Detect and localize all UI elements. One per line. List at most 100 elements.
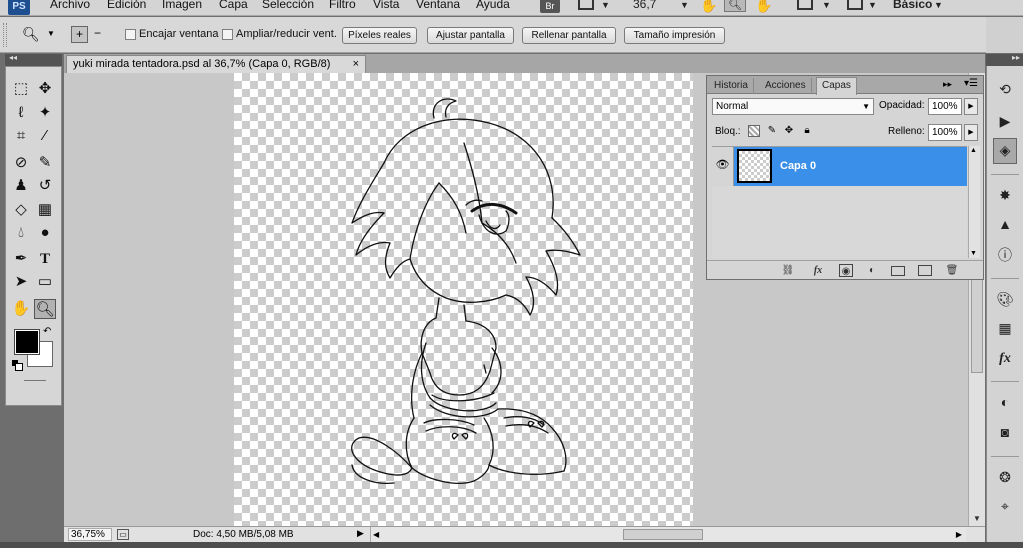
menu-vista[interactable]: Vista: [373, 0, 399, 11]
opacity-slider-arrow-icon[interactable]: ▶: [964, 98, 978, 115]
collapse-icon[interactable]: ▸▸: [943, 79, 952, 90]
foreground-color-swatch[interactable]: [14, 329, 40, 355]
blur-icon[interactable]: 💧︎: [10, 223, 32, 243]
zoom-icon[interactable]: 🔍︎: [34, 299, 56, 319]
scroll-down-icon[interactable]: ▼: [969, 512, 985, 526]
scroll-up-icon[interactable]: ▲: [970, 147, 977, 154]
styles-icon[interactable]: fx: [993, 348, 1017, 370]
layer-mask-icon[interactable]: ◉: [839, 264, 853, 277]
magic-wand-icon[interactable]: ✦: [34, 103, 56, 123]
zoom-percentage-field[interactable]: 36,75%: [68, 528, 112, 541]
pen-icon[interactable]: ✒: [10, 249, 32, 269]
link-layers-icon[interactable]: ⛓: [781, 264, 795, 277]
horizontal-scrollbar[interactable]: ◀ ▶: [370, 527, 966, 542]
gradient-icon[interactable]: ▦: [34, 200, 56, 220]
marquee-icon[interactable]: ⬚: [10, 79, 32, 99]
history-brush-icon[interactable]: ↺: [34, 176, 56, 196]
actions-icon[interactable]: ▶: [993, 110, 1017, 132]
ajustar-pantalla-button[interactable]: Ajustar pantalla: [427, 27, 514, 44]
lock-all-icon[interactable]: 🔒︎: [801, 125, 813, 137]
new-layer-icon[interactable]: [918, 265, 932, 276]
paths-icon[interactable]: ⌖: [993, 495, 1017, 517]
type-icon[interactable]: T: [34, 249, 56, 269]
masks-icon[interactable]: ◙: [993, 421, 1017, 443]
menu-ayuda[interactable]: Ayuda: [476, 0, 510, 11]
zoom-tool-preset-icon[interactable]: 🔍︎: [22, 26, 40, 43]
opacity-input[interactable]: 100%: [928, 98, 962, 115]
bridge-icon[interactable]: Br: [540, 0, 560, 13]
collapse-icon[interactable]: ▸▸: [1012, 53, 1020, 62]
workspace-switcher[interactable]: Básico: [893, 0, 932, 11]
channels-icon[interactable]: ❂: [993, 466, 1017, 488]
view-extras-icon[interactable]: [578, 0, 594, 10]
tab-acciones[interactable]: Acciones: [760, 78, 812, 94]
document-canvas[interactable]: [234, 73, 693, 526]
fill-slider-arrow-icon[interactable]: ▶: [964, 124, 978, 141]
blend-mode-select[interactable]: Normal ▼: [712, 98, 874, 115]
lasso-icon[interactable]: ℓ: [10, 103, 32, 123]
quick-mask-button[interactable]: [24, 380, 46, 381]
encajar-ventana-checkbox[interactable]: [125, 29, 136, 40]
adjustments-icon[interactable]: ◐: [993, 391, 1017, 413]
chevron-down-icon[interactable]: ▼: [601, 0, 610, 14]
info-icon[interactable]: ⓘ: [993, 244, 1017, 266]
panel-menu-icon[interactable]: ▾☰: [964, 78, 978, 89]
menu-archivo[interactable]: Archivo: [50, 0, 90, 11]
hand-icon[interactable]: ✋: [10, 299, 32, 319]
layer-thumbnail[interactable]: [737, 149, 772, 183]
layer-style-icon[interactable]: fx: [811, 264, 825, 277]
lock-position-icon[interactable]: ✥: [783, 125, 795, 137]
rellenar-pantalla-button[interactable]: Rellenar pantalla: [522, 27, 616, 44]
adjustment-layer-icon[interactable]: ◐: [865, 264, 879, 277]
layer-name[interactable]: Capa 0: [780, 160, 816, 172]
options-bar-grip[interactable]: [3, 23, 7, 47]
shape-icon[interactable]: ▭: [34, 272, 56, 292]
hand-icon[interactable]: ✋: [700, 0, 717, 13]
eye-icon[interactable]: 👁︎: [712, 147, 734, 186]
layers-scrollbar[interactable]: ▲ ▼: [968, 146, 980, 258]
default-colors-icon[interactable]: [12, 360, 23, 371]
screen-mode-icon[interactable]: [847, 0, 863, 10]
scroll-right-icon[interactable]: ▶: [956, 527, 962, 542]
chevron-down-icon[interactable]: ▼: [868, 0, 877, 14]
proof-preview-icon[interactable]: ▭: [117, 529, 129, 540]
ampliar-reducir-checkbox[interactable]: [222, 29, 233, 40]
menu-capa[interactable]: Capa: [219, 0, 248, 11]
path-selection-icon[interactable]: ➤: [10, 272, 32, 292]
dock-header[interactable]: ▸▸: [986, 53, 1023, 66]
status-menu-arrow-icon[interactable]: ▶: [357, 528, 364, 539]
scroll-down-icon[interactable]: ▼: [970, 250, 977, 257]
chevron-down-icon[interactable]: ▼: [680, 0, 689, 14]
close-icon[interactable]: ×: [353, 56, 359, 73]
trash-icon[interactable]: 🗑︎: [945, 264, 959, 277]
move-icon[interactable]: ✥: [34, 79, 56, 99]
collapse-icon[interactable]: ◂◂: [9, 53, 17, 62]
color-icon[interactable]: 🎨︎: [993, 288, 1017, 310]
chevron-down-icon[interactable]: ▼: [47, 29, 55, 38]
eraser-icon[interactable]: ◇: [10, 200, 32, 220]
healing-brush-icon[interactable]: ⊘: [10, 153, 32, 173]
menu-ventana[interactable]: Ventana: [416, 0, 460, 11]
horizontal-scrollbar-thumb[interactable]: [623, 529, 703, 540]
zoom-icon[interactable]: 🔍︎: [724, 0, 746, 12]
menu-seleccion[interactable]: Selección: [262, 0, 314, 11]
fill-input[interactable]: 100%: [928, 124, 962, 141]
clone-stamp-icon[interactable]: ♟: [10, 176, 32, 196]
navigator-icon[interactable]: ✸: [993, 184, 1017, 206]
lock-transparency-icon[interactable]: [748, 125, 760, 137]
menu-imagen[interactable]: Imagen: [162, 0, 202, 11]
chevron-down-icon[interactable]: ▼: [822, 0, 831, 14]
tamano-impresion-button[interactable]: Tamaño impresión: [624, 27, 725, 44]
zoom-in-icon[interactable]: +: [71, 26, 88, 43]
menu-filtro[interactable]: Filtro: [329, 0, 356, 11]
scroll-left-icon[interactable]: ◀: [373, 527, 379, 542]
layer-row[interactable]: 👁︎ Capa 0: [712, 147, 967, 186]
zoom-level-value[interactable]: 36,7: [633, 0, 656, 11]
rotate-view-icon[interactable]: ✋: [755, 0, 772, 13]
lock-pixels-icon[interactable]: ✎: [766, 125, 778, 137]
tab-capas[interactable]: Capas: [816, 77, 857, 95]
brush-icon[interactable]: ✎: [34, 153, 56, 173]
dodge-icon[interactable]: ●: [34, 223, 56, 243]
toolbar-header[interactable]: ◂◂: [5, 53, 62, 66]
histogram-icon[interactable]: ▲: [993, 213, 1017, 235]
